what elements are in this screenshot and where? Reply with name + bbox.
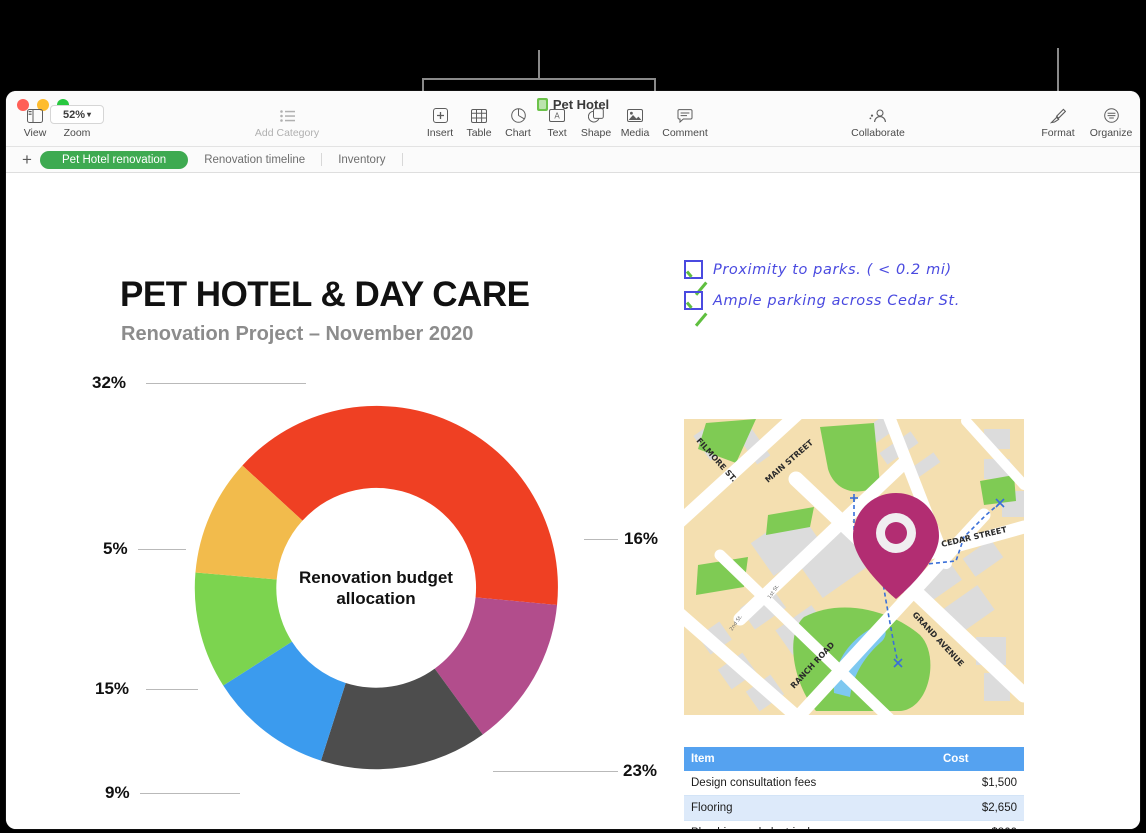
cell-cost[interactable]: $800 [936,820,1024,829]
sheet-tab-pet-hotel-renovation[interactable]: Pet Hotel renovation [40,150,189,169]
add-sheet-button[interactable]: + [14,151,40,168]
cell-item[interactable]: Design consultation fees [684,771,936,796]
table-header-row: Item Cost [684,747,1024,771]
table-label: Table [466,127,492,139]
location-map[interactable]: FILMORE ST. MAIN STREET CEDAR STREET RAN… [684,419,1024,715]
collaborate-label: Collaborate [851,127,905,139]
checkbox-checked-icon[interactable] [684,291,703,310]
media-label: Media [620,127,650,139]
category-list-icon [279,107,295,124]
value-label-cabinetry: 32% [92,373,127,392]
donut-center-line2: allocation [336,589,416,608]
insert-icon [432,107,448,124]
comment-bubble-icon [677,107,693,124]
format-brush-icon [1050,107,1066,124]
legend-label: Design consultation fees [202,828,349,829]
svg-text:A: A [554,112,560,121]
cell-cost[interactable]: $1,500 [936,771,1024,796]
checklist-label: Ample parking across Cedar St. [713,292,960,309]
cell-item[interactable]: Plumbing and electrical [684,820,936,829]
leader-line-flooring [146,689,198,690]
value-label-flooring: 15% [95,679,130,698]
table-row[interactable]: Design consultation fees $1,500 [684,771,1024,796]
sheet-tab-bar: + Pet Hotel renovation Renovation timeli… [6,147,1140,173]
shape-icon [588,107,604,124]
tab-separator [401,153,403,166]
leader-line-labor [493,771,618,772]
chart-label: Chart [505,127,531,139]
legend-item-design-consultation-fees: Design consultation fees [181,828,393,829]
leader-line-fixtures [584,539,618,540]
comment-label: Comment [662,127,708,139]
chart-pie-icon [510,107,526,124]
organize-icon [1103,107,1119,124]
text-box-icon: A [549,107,565,124]
cell-item[interactable]: Flooring [684,795,936,821]
checkbox-checked-icon[interactable] [684,260,703,279]
screenshot-root: { "window": { "document_title": "Pet Hot… [0,0,1146,833]
media-image-icon [627,107,643,124]
table-row[interactable]: Plumbing and electrical $800 [684,820,1024,829]
value-label-labor: 23% [623,761,658,780]
legend-label: Flooring [414,828,463,829]
text-label: Text [547,127,567,139]
cell-cost[interactable]: $2,650 [936,795,1024,821]
column-header-cost[interactable]: Cost [936,747,1024,771]
leader-line-cabinetry [146,383,306,384]
numbers-window: Pet Hotel View 52% ▾ Zoom Add Category I… [6,91,1140,829]
organize-button[interactable]: Organize [1082,107,1140,139]
chart-legend: Design consultation fees Flooring Plumbi… [181,828,521,829]
legend-item-flooring: Flooring [393,828,521,829]
donut-center-line1: Renovation budget [299,567,453,587]
comment-button[interactable]: Comment [656,107,714,139]
add-category-label: Add Category [254,127,320,139]
table-row[interactable]: Flooring $2,650 [684,795,1024,821]
page-subtitle: Renovation Project – November 2020 [121,323,474,345]
zoom-select[interactable]: 52% ▾ [50,105,104,124]
callout-bracket-right-tick [654,78,656,91]
sidebar-view-icon [27,107,43,124]
sheet-tab-renovation-timeline[interactable]: Renovation timeline [188,151,321,169]
value-label-design: 9% [105,783,130,802]
map-svg: FILMORE ST. MAIN STREET CEDAR STREET RAN… [684,419,1024,715]
format-label: Format [1041,127,1075,139]
organize-label: Organize [1089,127,1133,139]
view-label: View [23,127,47,139]
sheet-tab-inventory[interactable]: Inventory [322,151,401,169]
leader-line-design [140,793,240,794]
column-header-item[interactable]: Item [684,747,936,771]
cost-table[interactable]: Item Cost Design consultation fees $1,50… [684,747,1024,829]
checklist-label: Proximity to parks. ( < 0.2 mi) [713,261,952,278]
table-icon [471,107,487,124]
callout-bracket-left-tick [422,78,424,91]
collaborate-button[interactable]: Collaborate [842,107,914,139]
add-category-button[interactable]: Add Category [235,107,339,139]
value-label-plumbing: 5% [103,539,128,558]
zoom-value: 52% [62,108,85,121]
checklist-item-2: Ample parking across Cedar St. [684,291,960,310]
page-title: PET HOTEL & DAY CARE [120,275,530,314]
chevron-down-icon: ▾ [87,110,92,119]
checklist-item-1: Proximity to parks. ( < 0.2 mi) [684,260,952,279]
budget-donut-chart[interactable]: Renovation budget allocation [166,378,586,798]
donut-center-label: Renovation budget allocation [276,567,476,610]
sheet-canvas[interactable]: PET HOTEL & DAY CARE Renovation Project … [6,173,1140,829]
callout-bracket-stem [538,50,540,79]
zoom-label: Zoom [63,127,91,139]
value-label-fixtures: 16% [624,529,659,548]
leader-line-plumbing [138,549,186,550]
window-toolbar: Pet Hotel View 52% ▾ Zoom Add Category I… [6,91,1140,147]
format-button[interactable]: Format [1029,107,1087,139]
collaborate-person-icon [869,107,887,124]
